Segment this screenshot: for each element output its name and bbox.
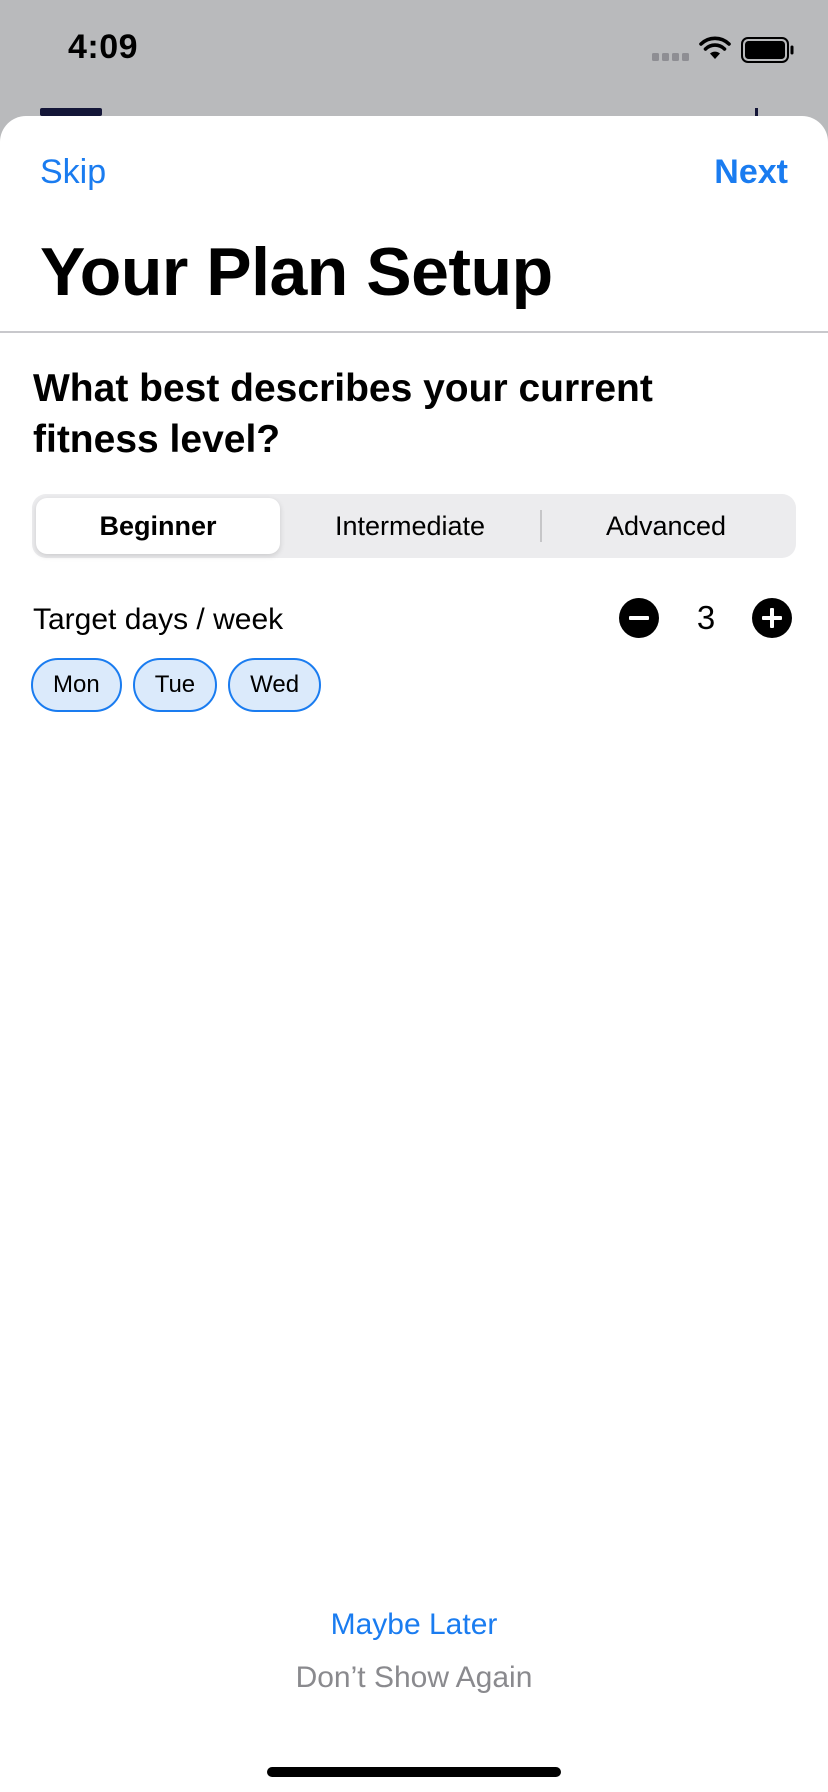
day-chip-mon[interactable]: Mon	[31, 658, 122, 712]
cellular-signal-icon	[652, 53, 689, 61]
day-chips: Mon Tue Wed	[31, 658, 332, 712]
segment-beginner[interactable]: Beginner	[36, 498, 280, 554]
minus-icon	[629, 616, 649, 620]
divider	[0, 331, 828, 333]
next-button[interactable]: Next	[714, 152, 788, 193]
decrement-button[interactable]	[619, 598, 659, 638]
dont-show-again-button[interactable]: Don’t Show Again	[0, 1661, 828, 1695]
fitness-level-segmented-control: Beginner Intermediate Advanced	[32, 494, 796, 558]
segment-intermediate[interactable]: Intermediate	[284, 498, 536, 554]
maybe-later-button[interactable]: Maybe Later	[0, 1608, 828, 1642]
day-chip-wed[interactable]: Wed	[228, 658, 322, 712]
underlying-screen-element	[40, 108, 102, 116]
plan-setup-sheet: Skip Next Your Plan Setup What best desc…	[0, 116, 828, 1792]
home-indicator	[267, 1767, 561, 1777]
battery-icon	[741, 37, 794, 63]
status-time: 4:09	[68, 28, 139, 66]
page-title: Your Plan Setup	[40, 234, 553, 310]
segment-advanced[interactable]: Advanced	[540, 498, 792, 554]
target-days-label: Target days / week	[33, 603, 284, 636]
target-days-value: 3	[696, 599, 716, 636]
increment-button[interactable]	[752, 598, 792, 638]
wifi-icon	[699, 36, 731, 59]
fitness-question: What best describes your current fitness…	[33, 367, 653, 461]
day-chip-tue[interactable]: Tue	[132, 658, 218, 712]
skip-button[interactable]: Skip	[40, 152, 106, 193]
